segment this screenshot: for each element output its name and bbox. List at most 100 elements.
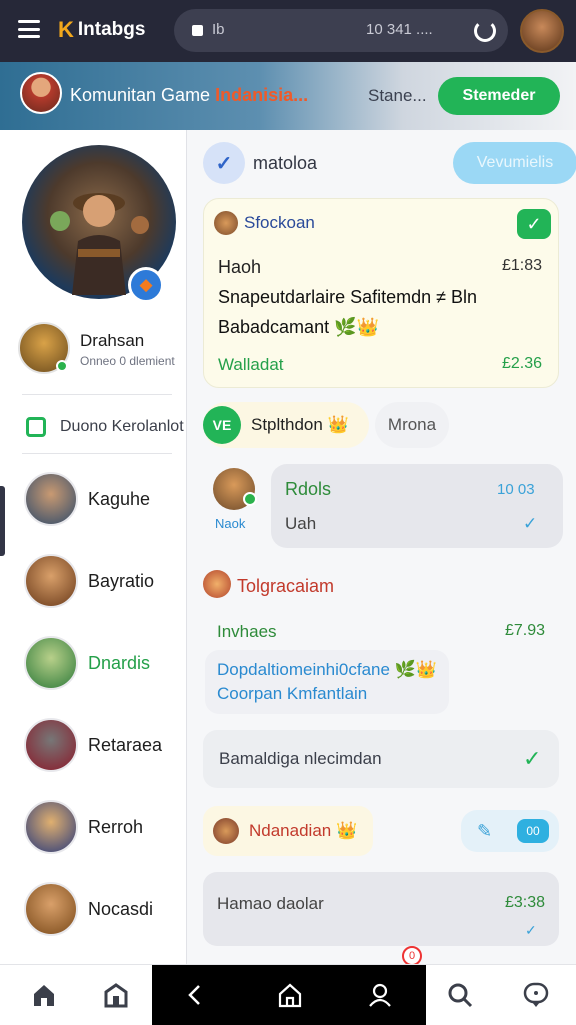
- secondary-chip[interactable]: Mrona: [375, 402, 449, 448]
- bottom-nav: [0, 964, 576, 1025]
- group-price: £7.93: [505, 622, 546, 639]
- channel-name: matoloa: [253, 153, 318, 173]
- community-banner: Komunitan Game Indanisia... Stane... Ste…: [0, 62, 576, 130]
- user-avatar: [24, 882, 78, 936]
- store-icon[interactable]: [100, 979, 132, 1011]
- browser-toolbar: K Intabgs Ib 10 341 ....: [0, 0, 576, 62]
- online-status-icon: [56, 360, 68, 372]
- user-name: Dnardis: [88, 652, 151, 673]
- channel-icon[interactable]: ✓: [203, 142, 245, 184]
- user-avatar: [24, 472, 78, 526]
- sidebar-user-1[interactable]: Kaguhe: [24, 472, 186, 526]
- url-text: Ib: [212, 21, 225, 38]
- join-button[interactable]: Stemeder: [438, 77, 560, 115]
- user-row: Ndanadian 👑 ✎ 00: [203, 806, 563, 856]
- url-secondary: 10 341 ....: [366, 21, 433, 38]
- current-profile[interactable]: Drahsan Onneo 0 dlemient: [18, 322, 186, 378]
- user-name: Bayratio: [88, 570, 155, 591]
- sidebar-user-4[interactable]: Retaraea: [24, 718, 186, 772]
- community-title: Komunitan Game Indanisia...: [70, 85, 308, 106]
- note-text: Bamaldiga nlecimdan: [219, 749, 382, 768]
- chat-panel: ✓ matoloa Vevumielis Sfockoan ✓ Haoh £1:…: [186, 130, 576, 964]
- profile-icon[interactable]: [364, 979, 396, 1011]
- hamburger-icon[interactable]: [18, 20, 40, 38]
- primary-chip[interactable]: VE Stplthdon 👑: [203, 402, 369, 448]
- search-icon[interactable]: [444, 979, 476, 1011]
- channel-header: ✓ matoloa Vevumielis: [203, 142, 576, 186]
- sidebar-user-3[interactable]: Dnardis: [24, 636, 186, 690]
- message-item[interactable]: Naok Rdols 10 03 Uah ✓: [203, 462, 563, 550]
- sidebar-user-5[interactable]: Rerroh: [24, 800, 186, 854]
- sidebar-user-6[interactable]: Nocasdi: [24, 882, 186, 936]
- action-pill: ✎ 00: [461, 810, 559, 852]
- user-chip-label: Ndanadian 👑: [249, 821, 358, 840]
- card-footer-price: £2.36: [502, 355, 543, 372]
- chip-label: Stplthdon 👑: [251, 415, 349, 434]
- profile-name: Drahsan: [80, 331, 145, 350]
- check-icon[interactable]: ✓: [517, 209, 551, 239]
- group-message[interactable]: Tolgracaiam Invhaes £7.93 Dopdaltiomeinh…: [203, 570, 563, 714]
- group-line: Dopdaltiomeinhi0cfane 🌿👑: [217, 660, 438, 679]
- sidebar-user-2[interactable]: Bayratio: [24, 554, 186, 608]
- channel-action-button[interactable]: Vevumielis: [453, 142, 576, 184]
- notification-badge[interactable]: 0: [402, 946, 422, 966]
- user-avatar: [213, 818, 239, 844]
- online-status-icon: [243, 492, 257, 506]
- read-receipt-icon: ✓: [525, 922, 537, 938]
- note-item[interactable]: Bamaldiga nlecimdan ✓: [203, 730, 559, 788]
- user-avatar: [24, 718, 78, 772]
- sidebar-selection-indicator: [0, 486, 5, 556]
- community-avatar: [20, 72, 62, 114]
- group-label: Invhaes: [217, 622, 277, 641]
- user-name: Retaraea: [88, 734, 163, 755]
- home-icon[interactable]: [28, 979, 60, 1011]
- address-bar[interactable]: Ib 10 341 ....: [174, 9, 508, 52]
- system-home-icon[interactable]: [274, 979, 306, 1011]
- pinned-card[interactable]: Sfockoan ✓ Haoh £1:83 Snapeutdarlaire Sa…: [203, 198, 559, 388]
- edit-icon[interactable]: ✎: [477, 821, 492, 842]
- message-time: 10 03: [497, 481, 535, 498]
- read-receipt-icon: ✓: [523, 514, 538, 533]
- ve-badge-icon: VE: [203, 406, 241, 444]
- back-icon[interactable]: [180, 979, 212, 1011]
- card-label: Haoh: [218, 257, 262, 277]
- community-title-text: Komunitan Game: [70, 85, 216, 105]
- app-logo[interactable]: K Intabgs: [58, 16, 145, 44]
- user-avatar: [24, 800, 78, 854]
- fox-badge-icon: ◆: [128, 267, 164, 303]
- group-icon: [203, 570, 231, 598]
- reload-icon[interactable]: [474, 20, 496, 42]
- sidebar: ◆ Drahsan Onneo 0 dlemient Duono Kerolan…: [0, 130, 186, 964]
- sidebar-section-header[interactable]: Duono Kerolanlot: [26, 415, 186, 439]
- message-body: Uah: [285, 514, 317, 533]
- k-logo-icon: K: [58, 17, 74, 42]
- divider: [22, 453, 172, 454]
- user-chip[interactable]: Ndanadian 👑: [203, 806, 373, 856]
- card-price: £1:83: [502, 257, 543, 274]
- message-body: Hamao daolar: [217, 894, 324, 913]
- user-name: Kaguhe: [88, 488, 151, 509]
- divider: [22, 394, 172, 395]
- chat-icon[interactable]: 00: [517, 819, 549, 843]
- system-navigation: [152, 965, 426, 1025]
- group-title: Tolgracaiam: [237, 576, 335, 596]
- tab-icon: [192, 25, 203, 36]
- user-avatar[interactable]: [520, 9, 564, 53]
- profile-subtitle: Onneo 0 dlemient: [80, 354, 175, 368]
- card-title: Sfockoan: [244, 213, 315, 232]
- user-avatar: [24, 636, 78, 690]
- home-outline-icon: [26, 417, 46, 437]
- card-footer-label: Walladat: [218, 355, 284, 374]
- message-bubble: [271, 464, 563, 548]
- card-text-line: Snapeutdarlaire Safitemdn ≠ Bln: [218, 287, 478, 307]
- user-avatar: [24, 554, 78, 608]
- community-status: Stane...: [368, 86, 427, 105]
- section-label: Duono Kerolanlot: [60, 418, 184, 435]
- message-item[interactable]: Hamao daolar £3:38 ✓: [203, 872, 559, 946]
- card-avatar: [214, 211, 238, 235]
- messages-icon[interactable]: [520, 979, 552, 1011]
- check-icon[interactable]: ✓: [523, 746, 541, 772]
- app-name: Intabgs: [77, 19, 146, 40]
- sender-nick: Naok: [215, 516, 246, 531]
- message-time: £3:38: [505, 894, 546, 911]
